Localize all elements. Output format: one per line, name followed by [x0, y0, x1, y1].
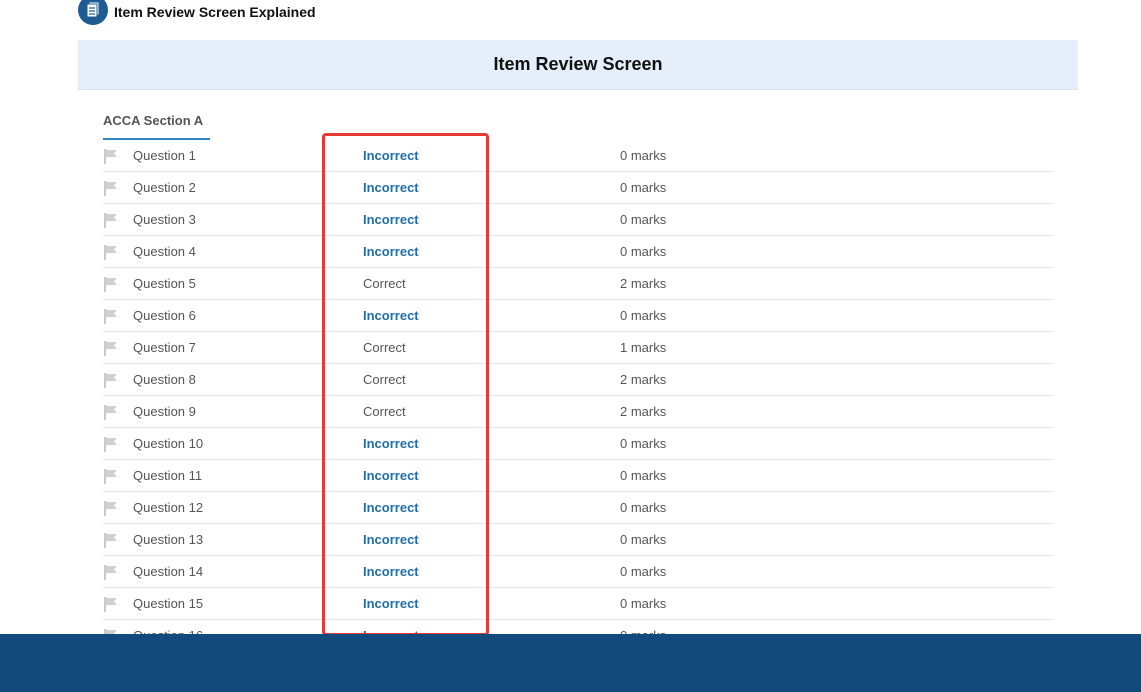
- flag-icon[interactable]: [103, 564, 119, 580]
- flag-icon[interactable]: [103, 276, 119, 292]
- document-icon: [78, 0, 108, 25]
- table-row[interactable]: Question 9 Correct 2 marks: [103, 396, 1053, 428]
- table-row[interactable]: Question 6 Incorrect 0 marks: [103, 300, 1053, 332]
- marks-label: 0 marks: [620, 532, 667, 547]
- question-link[interactable]: Question 3: [133, 212, 196, 227]
- status-label: Incorrect: [363, 308, 419, 323]
- item-review-page: Item Review Screen Explained Item Review…: [0, 0, 1141, 692]
- page-title-bar: Item Review Screen Explained: [78, 0, 316, 26]
- status-label: Incorrect: [363, 244, 419, 259]
- question-link[interactable]: Question 4: [133, 244, 196, 259]
- marks-label: 0 marks: [620, 564, 667, 579]
- status-label: Incorrect: [363, 468, 419, 483]
- status-label: Correct: [363, 404, 406, 419]
- table-row[interactable]: Question 15 Incorrect 0 marks: [103, 588, 1053, 620]
- flag-icon[interactable]: [103, 340, 119, 356]
- flag-icon[interactable]: [103, 372, 119, 388]
- bottom-navigation-bar: [0, 634, 1141, 692]
- page-title: Item Review Screen Explained: [114, 4, 316, 20]
- status-label: Correct: [363, 372, 406, 387]
- table-row[interactable]: Question 2 Incorrect 0 marks: [103, 172, 1053, 204]
- question-link[interactable]: Question 9: [133, 404, 196, 419]
- marks-label: 0 marks: [620, 500, 667, 515]
- status-label: Incorrect: [363, 500, 419, 515]
- flag-icon[interactable]: [103, 212, 119, 228]
- status-label: Correct: [363, 340, 406, 355]
- table-row[interactable]: Question 14 Incorrect 0 marks: [103, 556, 1053, 588]
- question-link[interactable]: Question 14: [133, 564, 203, 579]
- question-link[interactable]: Question 11: [133, 468, 202, 483]
- flag-icon[interactable]: [103, 180, 119, 196]
- table-row[interactable]: Question 11 Incorrect 0 marks: [103, 460, 1053, 492]
- tab-acca-section-a[interactable]: ACCA Section A: [103, 110, 210, 140]
- status-label: Incorrect: [363, 532, 419, 547]
- marks-label: 1 marks: [620, 340, 667, 355]
- question-link[interactable]: Question 1: [133, 148, 196, 163]
- status-label: Incorrect: [363, 212, 419, 227]
- marks-label: 0 marks: [620, 468, 667, 483]
- marks-label: 0 marks: [620, 212, 667, 227]
- question-link[interactable]: Question 7: [133, 340, 196, 355]
- table-row[interactable]: Question 12 Incorrect 0 marks: [103, 492, 1053, 524]
- marks-label: 0 marks: [620, 180, 667, 195]
- status-label: Incorrect: [363, 148, 419, 163]
- table-row[interactable]: Question 7 Correct 1 marks: [103, 332, 1053, 364]
- question-link[interactable]: Question 12: [133, 500, 203, 515]
- question-link[interactable]: Question 13: [133, 532, 203, 547]
- table-row[interactable]: Question 1 Incorrect 0 marks: [103, 140, 1053, 172]
- status-label: Incorrect: [363, 436, 419, 451]
- header-band: Item Review Screen: [78, 40, 1078, 90]
- flag-icon[interactable]: [103, 436, 119, 452]
- table-row[interactable]: Question 4 Incorrect 0 marks: [103, 236, 1053, 268]
- flag-icon[interactable]: [103, 244, 119, 260]
- marks-label: 0 marks: [620, 308, 667, 323]
- flag-icon[interactable]: [103, 148, 119, 164]
- table-row[interactable]: Question 3 Incorrect 0 marks: [103, 204, 1053, 236]
- marks-label: 0 marks: [620, 244, 667, 259]
- flag-icon[interactable]: [103, 308, 119, 324]
- flag-icon[interactable]: [103, 404, 119, 420]
- flag-icon[interactable]: [103, 596, 119, 612]
- table-row[interactable]: Question 10 Incorrect 0 marks: [103, 428, 1053, 460]
- marks-label: 0 marks: [620, 596, 667, 611]
- question-link[interactable]: Question 15: [133, 596, 203, 611]
- status-label: Correct: [363, 276, 406, 291]
- question-link[interactable]: Question 2: [133, 180, 196, 195]
- table-row[interactable]: Question 8 Correct 2 marks: [103, 364, 1053, 396]
- status-label: Incorrect: [363, 596, 419, 611]
- marks-label: 2 marks: [620, 404, 667, 419]
- marks-label: 2 marks: [620, 372, 667, 387]
- flag-icon[interactable]: [103, 532, 119, 548]
- question-link[interactable]: Question 10: [133, 436, 203, 451]
- marks-label: 0 marks: [620, 436, 667, 451]
- table-row[interactable]: Question 13 Incorrect 0 marks: [103, 524, 1053, 556]
- table-row[interactable]: Question 5 Correct 2 marks: [103, 268, 1053, 300]
- question-list: Question 1 Incorrect 0 marks Question 2 Inco…: [103, 140, 1053, 652]
- flag-icon[interactable]: [103, 468, 119, 484]
- question-link[interactable]: Question 6: [133, 308, 196, 323]
- question-link[interactable]: Question 5: [133, 276, 196, 291]
- marks-label: 0 marks: [620, 148, 667, 163]
- status-label: Incorrect: [363, 564, 419, 579]
- screen-heading: Item Review Screen: [493, 54, 663, 74]
- marks-label: 2 marks: [620, 276, 667, 291]
- question-link[interactable]: Question 8: [133, 372, 196, 387]
- flag-icon[interactable]: [103, 500, 119, 516]
- status-label: Incorrect: [363, 180, 419, 195]
